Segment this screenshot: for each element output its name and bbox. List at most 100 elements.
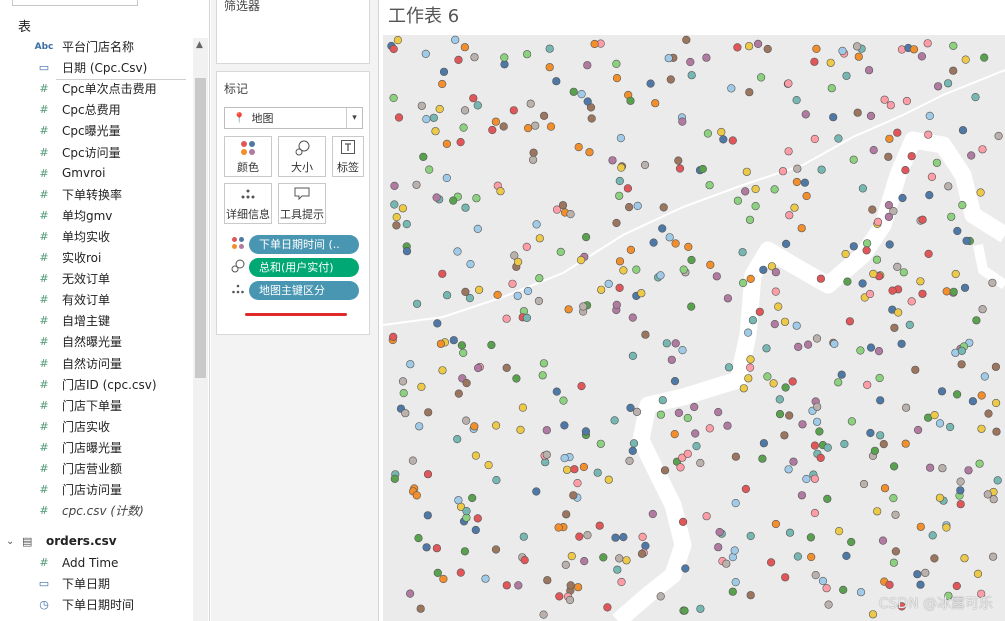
map-point[interactable]	[937, 387, 947, 396]
map-point[interactable]	[804, 340, 813, 349]
map-point[interactable]	[398, 204, 408, 213]
map-point[interactable]	[524, 123, 533, 133]
map-point[interactable]	[509, 106, 518, 115]
map-point[interactable]	[632, 407, 642, 417]
map-point[interactable]	[714, 543, 723, 552]
size-pill-row[interactable]: 总和(用户实付)	[229, 257, 369, 277]
map-point[interactable]	[956, 477, 965, 486]
map-point[interactable]	[921, 568, 930, 578]
map-point[interactable]	[980, 372, 989, 381]
map-point[interactable]	[502, 363, 511, 373]
map-point[interactable]	[782, 239, 791, 248]
map-point[interactable]	[492, 476, 501, 485]
map-point[interactable]	[770, 320, 779, 329]
map-point[interactable]	[944, 182, 953, 191]
map-point[interactable]	[518, 403, 527, 412]
map-point[interactable]	[619, 533, 628, 542]
map-point[interactable]	[516, 425, 525, 435]
map-point[interactable]	[617, 577, 626, 587]
field-item[interactable]: # 门店营业额	[0, 458, 192, 479]
map-point[interactable]	[983, 490, 992, 499]
map-point[interactable]	[925, 191, 934, 200]
map-point[interactable]	[583, 531, 592, 540]
map-point[interactable]	[843, 277, 852, 286]
map-point[interactable]	[703, 129, 713, 138]
map-point[interactable]	[542, 450, 551, 459]
map-point[interactable]	[806, 533, 816, 542]
map-point[interactable]	[569, 491, 578, 500]
map-point[interactable]	[465, 294, 474, 303]
size-button[interactable]: 大小	[278, 136, 326, 177]
map-point[interactable]	[859, 479, 869, 489]
map-point[interactable]	[738, 248, 747, 257]
map-point[interactable]	[535, 274, 544, 283]
map-point[interactable]	[580, 556, 589, 566]
map-point[interactable]	[731, 499, 740, 508]
field-item[interactable]: # 门店实收	[0, 416, 192, 437]
map-point[interactable]	[784, 79, 793, 88]
map-point[interactable]	[664, 54, 673, 63]
map-point[interactable]	[472, 194, 481, 203]
map-point[interactable]	[508, 279, 517, 288]
map-point[interactable]	[520, 555, 529, 565]
map-point[interactable]	[585, 148, 594, 157]
map-point[interactable]	[838, 46, 847, 55]
map-point[interactable]	[470, 53, 479, 62]
map-point[interactable]	[930, 411, 939, 420]
map-point[interactable]	[540, 111, 549, 120]
map-point[interactable]	[728, 587, 737, 596]
map-point[interactable]	[706, 260, 715, 269]
map-point[interactable]	[454, 55, 463, 65]
map-point[interactable]	[977, 424, 986, 433]
map-point[interactable]	[608, 156, 617, 165]
map-point[interactable]	[593, 468, 602, 477]
map-point[interactable]	[523, 50, 532, 59]
map-point[interactable]	[890, 462, 899, 471]
map-point[interactable]	[575, 532, 584, 541]
color-field-pill[interactable]: 下单日期时间 (..	[249, 234, 359, 254]
map-point[interactable]	[671, 239, 680, 248]
map-point[interactable]	[731, 577, 740, 587]
map-point[interactable]	[790, 203, 799, 212]
map-point[interactable]	[958, 201, 967, 210]
map-point[interactable]	[878, 536, 888, 545]
map-point[interactable]	[817, 165, 826, 174]
map-point[interactable]	[810, 57, 819, 66]
map-point[interactable]	[897, 339, 906, 348]
map-point[interactable]	[456, 137, 465, 147]
map-point[interactable]	[802, 191, 811, 201]
map-point[interactable]	[816, 453, 825, 463]
map-point[interactable]	[942, 523, 951, 532]
map-point[interactable]	[845, 317, 855, 326]
map-point[interactable]	[873, 507, 882, 516]
field-item[interactable]: # Add Time	[0, 552, 192, 573]
map-point[interactable]	[784, 147, 793, 156]
field-item[interactable]: # 自增主键	[0, 310, 192, 331]
map-point[interactable]	[491, 545, 501, 554]
map-point[interactable]	[683, 449, 692, 458]
map-point[interactable]	[587, 114, 596, 123]
map-point[interactable]	[637, 549, 647, 558]
map-point[interactable]	[692, 442, 701, 451]
map-point[interactable]	[566, 581, 575, 590]
map-point[interactable]	[841, 249, 850, 259]
map-point[interactable]	[951, 269, 960, 279]
map-point[interactable]	[715, 528, 724, 537]
map-point[interactable]	[746, 591, 755, 600]
map-point[interactable]	[641, 330, 650, 339]
map-point[interactable]	[993, 476, 1002, 485]
map-point[interactable]	[532, 220, 541, 229]
map-point[interactable]	[531, 121, 540, 130]
map-point[interactable]	[909, 45, 919, 54]
map-point[interactable]	[901, 403, 911, 412]
map-svg[interactable]	[383, 35, 1005, 621]
chevron-down-icon[interactable]: ⌄	[6, 536, 18, 547]
map-point[interactable]	[438, 79, 447, 89]
map-point[interactable]	[988, 552, 998, 561]
map-point[interactable]	[684, 242, 693, 251]
map-point[interactable]	[769, 379, 778, 388]
map-point[interactable]	[794, 342, 803, 352]
map-point[interactable]	[800, 178, 810, 187]
map-point[interactable]	[461, 416, 471, 425]
field-item[interactable]: # 门店曝光量	[0, 437, 192, 458]
